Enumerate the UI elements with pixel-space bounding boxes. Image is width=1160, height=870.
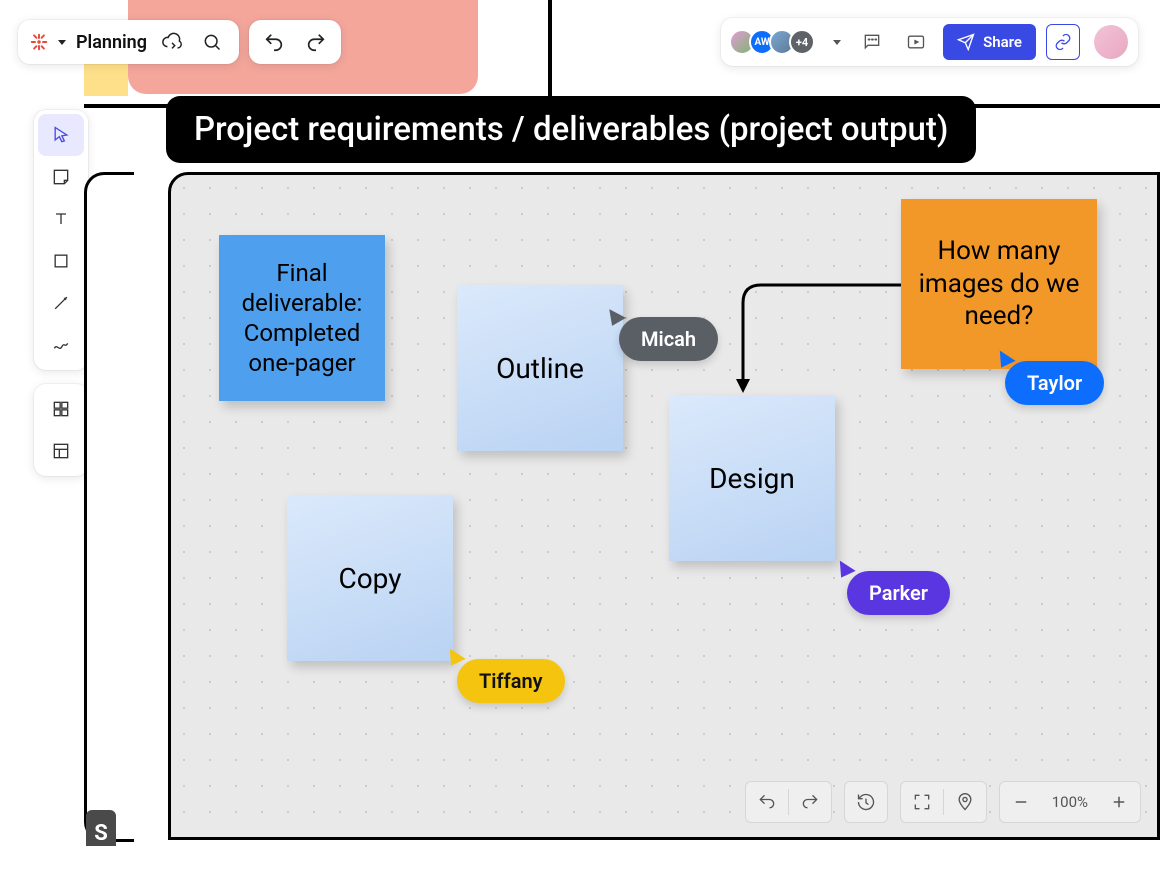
sticky-text: How many images do we need? — [901, 235, 1097, 333]
sticky-note-outline[interactable]: Outline — [457, 285, 623, 451]
location-button[interactable] — [944, 782, 986, 822]
redo-button[interactable] — [789, 782, 831, 822]
sticky-text: Design — [697, 461, 807, 496]
sticky-note-design[interactable]: Design — [669, 395, 835, 561]
cursor-label-taylor: Taylor — [1005, 361, 1104, 405]
document-menu[interactable]: Planning — [18, 20, 239, 64]
presence-avatars[interactable]: AW +4 — [729, 29, 815, 55]
sticky-text: Copy — [326, 561, 413, 596]
sticky-text: Final deliverable: Completed one-pager — [219, 258, 385, 378]
line-tool[interactable] — [38, 282, 84, 324]
document-title[interactable]: Planning — [76, 32, 147, 53]
cursor-label-parker: Parker — [847, 571, 950, 615]
sticky-note-final-deliverable[interactable]: Final deliverable: Completed one-pager — [219, 235, 385, 401]
view-controls-dock: 100% — [745, 781, 1141, 823]
section-title[interactable]: Project requirements / deliverables (pro… — [166, 96, 976, 163]
collaboration-bar: AW +4 Share — [721, 18, 1138, 66]
current-user-avatar[interactable] — [1094, 25, 1128, 59]
undo-button[interactable] — [746, 782, 788, 822]
templates-tool[interactable] — [38, 388, 84, 430]
zoom-out-button[interactable] — [1000, 782, 1042, 822]
left-toolbar — [34, 110, 88, 476]
pen-tool[interactable] — [38, 324, 84, 366]
zoom-in-button[interactable] — [1098, 782, 1140, 822]
canvas-frame[interactable]: Final deliverable: Completed one-pager O… — [168, 172, 1160, 840]
undo-button[interactable] — [259, 27, 289, 57]
present-button[interactable] — [899, 25, 933, 59]
adjacent-frame[interactable] — [84, 172, 134, 842]
undo-redo-panel — [249, 20, 341, 64]
sticky-note-copy[interactable]: Copy — [287, 495, 453, 661]
cursor-label-tiffany: Tiffany — [457, 659, 565, 703]
share-button-label: Share — [983, 33, 1022, 51]
sticky-note-images-question[interactable]: How many images do we need? — [901, 199, 1097, 369]
cursor-name: Parker — [869, 581, 928, 605]
chevron-down-icon — [58, 40, 66, 45]
redo-button[interactable] — [301, 27, 331, 57]
chevron-down-icon[interactable] — [833, 40, 841, 45]
frame-label-tab[interactable]: S — [86, 810, 116, 846]
text-tool[interactable] — [38, 198, 84, 240]
share-button[interactable]: Share — [943, 24, 1036, 60]
search-icon[interactable] — [197, 27, 227, 57]
shape-tool[interactable] — [38, 240, 84, 282]
copy-link-button[interactable] — [1046, 24, 1080, 60]
frame-divider-vertical — [548, 0, 552, 104]
zoom-level[interactable]: 100% — [1042, 793, 1098, 811]
select-tool[interactable] — [38, 114, 84, 156]
sticky-text: Outline — [484, 351, 596, 386]
history-button[interactable] — [845, 782, 887, 822]
cursor-pointer-icon — [834, 556, 855, 577]
sticky-note-tool[interactable] — [38, 156, 84, 198]
fullscreen-button[interactable] — [901, 782, 943, 822]
cursor-label-micah: Micah — [619, 317, 718, 361]
frame-tool[interactable] — [38, 430, 84, 472]
cursor-name: Taylor — [1027, 371, 1082, 395]
send-icon — [957, 33, 975, 51]
comment-button[interactable] — [855, 25, 889, 59]
cursor-name: Tiffany — [479, 669, 543, 693]
connector-arrow[interactable] — [731, 275, 911, 405]
cloud-sync-icon[interactable] — [157, 27, 187, 57]
app-logo-icon — [30, 33, 48, 51]
cursor-name: Micah — [641, 327, 696, 351]
avatar-overflow[interactable]: +4 — [789, 29, 815, 55]
